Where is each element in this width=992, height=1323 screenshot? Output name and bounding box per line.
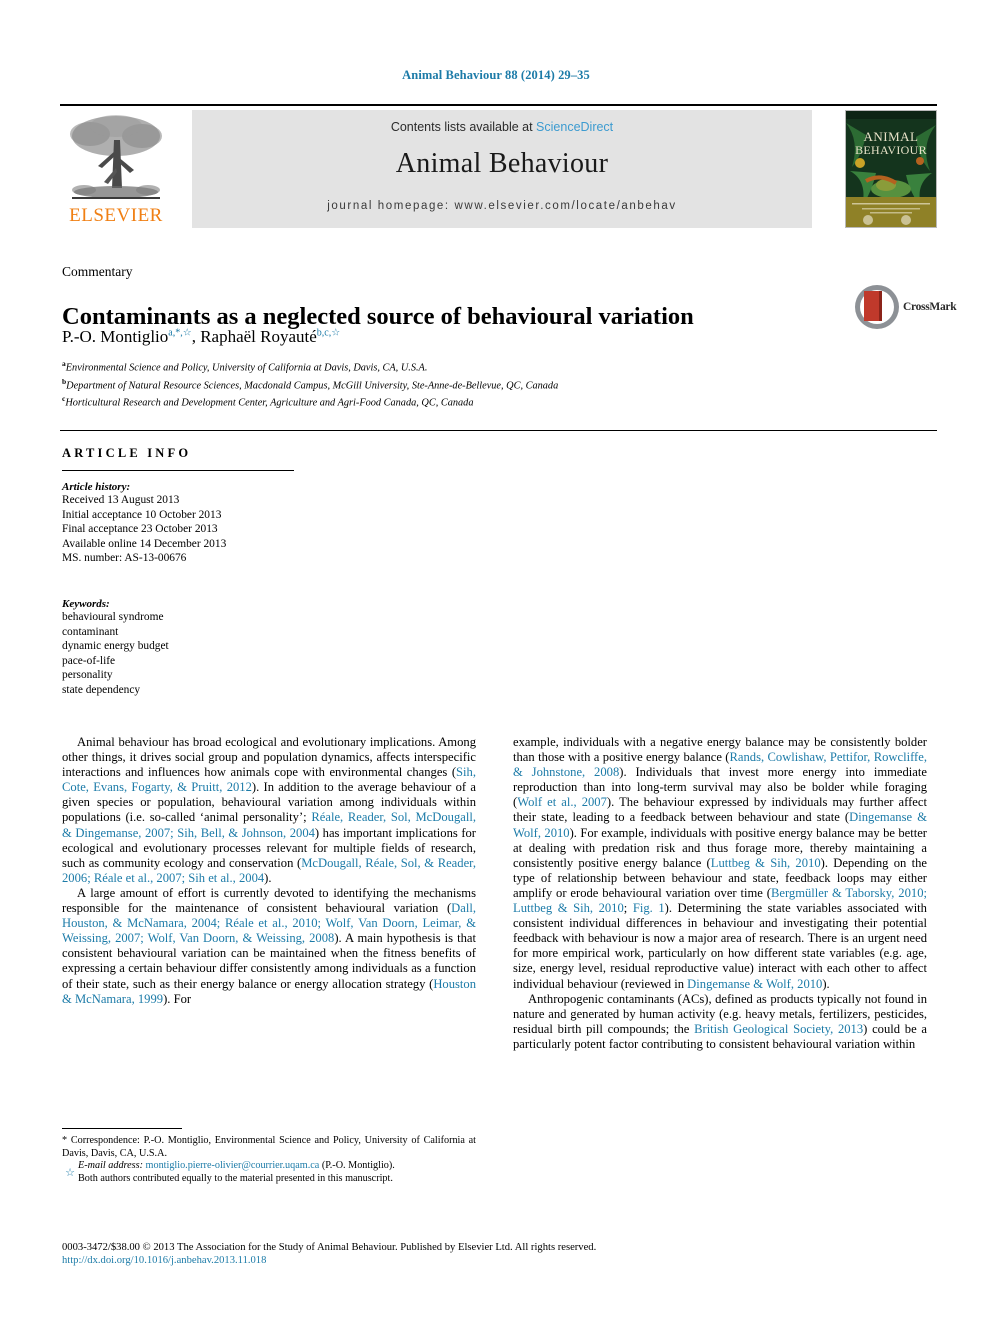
affiliation-item: cHorticultural Research and Development … (62, 392, 852, 410)
footnote-email: E-mail address: montiglio.pierre-olivier… (78, 1160, 476, 1173)
author-1-name: P.-O. Montiglio (62, 327, 169, 346)
keywords-label: Keywords: (62, 598, 110, 610)
header-divider-rule (60, 430, 937, 431)
citation-link[interactable]: Wolf et al., 2007 (517, 795, 607, 809)
author-2-name: Raphaël Royauté (200, 327, 317, 346)
article-history-item: Available online 14 December 2013 (62, 537, 227, 550)
journal-homepage[interactable]: journal homepage: www.elsevier.com/locat… (192, 200, 812, 212)
contents-available-line: Contents lists available at ScienceDirec… (192, 120, 812, 134)
keyword-item: dynamic energy budget (62, 640, 169, 653)
keyword-item: contaminant (62, 625, 119, 638)
footnotes-block: * Correspondence: P.-O. Montiglio, Envir… (62, 1128, 476, 1185)
article-history-item: MS. number: AS-13-00676 (62, 552, 187, 565)
journal-article-page: Animal Behaviour 88 (2014) 29–35 ELSEVIE… (0, 0, 992, 1323)
affiliation-list: aEnvironmental Science and Policy, Unive… (62, 357, 852, 410)
copyright-line: 0003-3472/$38.00 © 2013 The Association … (62, 1242, 597, 1253)
crossmark-label: CrossMark (903, 301, 957, 313)
keyword-item: personality (62, 669, 113, 682)
author-separator: , (191, 327, 201, 346)
text-run: Animal behaviour has broad ecological an… (62, 735, 476, 780)
text-run: A large amount of effort is currently de… (62, 885, 476, 916)
paragraph: Anthropogenic contaminants (ACs), define… (513, 992, 927, 1052)
article-history-item: Final acceptance 23 October 2013 (62, 523, 218, 536)
elsevier-logo: ELSEVIER (60, 110, 172, 228)
page-footer: 0003-3472/$38.00 © 2013 The Association … (62, 1242, 939, 1266)
citation-link[interactable]: Dingemanse & Wolf, 2010 (687, 977, 822, 991)
email-suffix: (P.-O. Montiglio). (319, 1160, 395, 1172)
masthead-top-rule (60, 104, 937, 106)
body-column-left: Animal behaviour has broad ecological an… (62, 735, 476, 1007)
sciencedirect-band: Contents lists available at ScienceDirec… (192, 110, 812, 228)
article-history-label: Article history: (62, 481, 131, 493)
footnote-equal-contribution-row: ☆ E-mail address: montiglio.pierre-olivi… (62, 1160, 476, 1185)
sciencedirect-link[interactable]: ScienceDirect (536, 120, 613, 134)
body-column-right: example, individuals with a negative ene… (513, 735, 927, 1052)
affiliation-item: aEnvironmental Science and Policy, Unive… (62, 357, 852, 375)
journal-cover-image: ANIMAL BEHAVIOUR (846, 111, 936, 227)
author-1-marks: a,*,☆ (168, 327, 192, 339)
email-label: E-mail address: (78, 1160, 143, 1172)
affiliation-text: Environmental Science and Policy, Univer… (65, 362, 428, 374)
paragraph: example, individuals with a negative ene… (513, 735, 927, 992)
article-info-heading: ARTICLE INFO (62, 446, 192, 460)
citation-link[interactable]: Luttbeg & Sih, 2010 (711, 856, 821, 870)
crossmark-badge[interactable]: CrossMark (855, 283, 957, 341)
journal-cover-thumbnail[interactable]: ANIMAL BEHAVIOUR (845, 110, 937, 228)
keyword-item: pace-of-life (62, 654, 116, 667)
contents-prefix: Contents lists available at (390, 120, 537, 134)
footnote-equal-contribution: Both authors contributed equally to the … (78, 1172, 393, 1184)
crossmark-circle-icon (855, 285, 899, 329)
article-info-rule (62, 470, 294, 471)
journal-title: Animal Behaviour (395, 148, 609, 179)
article-history-item: Initial acceptance 10 October 2013 (62, 508, 222, 521)
citation-link[interactable]: British Geological Society, 2013 (694, 1022, 863, 1036)
text-run: ). (264, 870, 272, 885)
star-icon: ☆ (65, 1167, 75, 1180)
figure-reference-link[interactable]: Fig. 1 (633, 901, 665, 915)
svg-text:ANIMAL: ANIMAL (864, 129, 919, 144)
author-list: P.-O. Montiglioa,*,☆, Raphaël Royautéb,c… (62, 327, 822, 347)
crossmark-book-icon (864, 291, 882, 321)
article-info-block: ARTICLE INFO Article history: Received 1… (62, 446, 302, 566)
affiliation-text: Department of Natural Resource Sciences,… (66, 380, 559, 392)
svg-text:BEHAVIOUR: BEHAVIOUR (855, 143, 927, 157)
doi-link[interactable]: http://dx.doi.org/10.1016/j.anbehav.2013… (62, 1255, 939, 1266)
keyword-item: state dependency (62, 683, 141, 696)
paragraph: Animal behaviour has broad ecological an… (62, 735, 476, 886)
text-run: ; (623, 901, 633, 916)
affiliation-text: Horticultural Research and Development C… (65, 397, 474, 409)
email-link[interactable]: montiglio.pierre-olivier@courrier.uqam.c… (146, 1160, 320, 1171)
paragraph: A large amount of effort is currently de… (62, 886, 476, 1007)
affiliation-item: bDepartment of Natural Resource Sciences… (62, 375, 852, 393)
running-head: Animal Behaviour 88 (2014) 29–35 (402, 68, 590, 82)
elsevier-wordmark: ELSEVIER (69, 205, 163, 226)
keywords-block: Keywords: behavioural syndrome contamina… (62, 588, 302, 698)
footnote-rule (62, 1128, 182, 1129)
text-run: ). For (163, 991, 192, 1006)
article-type: Commentary (62, 264, 133, 279)
text-run: ). (822, 976, 830, 991)
journal-masthead: ELSEVIER Contents lists available at Sci… (60, 110, 937, 228)
elsevier-tree-icon (70, 115, 162, 199)
keyword-item: behavioural syndrome (62, 611, 164, 623)
footnote-correspondence: * Correspondence: P.-O. Montiglio, Envir… (62, 1135, 476, 1159)
article-history-item: Received 13 August 2013 (62, 494, 180, 506)
author-2-marks: b,c,☆ (316, 327, 341, 339)
